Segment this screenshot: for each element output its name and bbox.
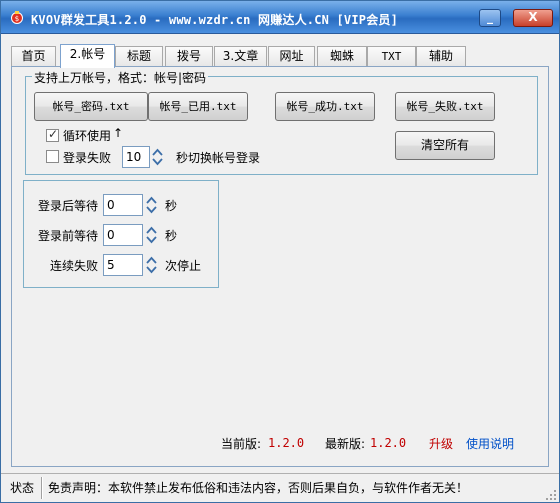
consecutive-fail-label: 连续失败 (50, 259, 99, 273)
after-login-wait-input[interactable]: 0 (103, 194, 143, 216)
current-version-value: 1.2.0 (268, 436, 305, 450)
consecutive-fail-input[interactable]: 5 (103, 254, 143, 276)
clear-all-button[interactable]: 清空所有 (395, 131, 495, 160)
loop-use-label: 循环使用 (63, 129, 112, 143)
tab-article[interactable]: 3.文章 (214, 46, 267, 67)
accounts-group-title: 支持上万帐号，格式：帐号|密码 (32, 69, 209, 86)
tab-account[interactable]: 2.帐号 (60, 44, 115, 68)
current-version-label: 当前版: (221, 437, 262, 451)
disclaimer-text: 免责声明：本软件禁止发布低俗和违法内容，否则后果自负，与软件作者无关！ (48, 481, 469, 495)
account-fail-txt-button[interactable]: 帐号_失败.txt (395, 92, 495, 121)
tab-txt[interactable]: TXT (367, 46, 416, 67)
before-login-unit: 秒 (165, 229, 178, 243)
account-used-txt-button[interactable]: 帐号_已用.txt (148, 92, 248, 121)
tab-home[interactable]: 首页 (11, 46, 56, 67)
main-window: $ KVOV群发工具1.2.0 - www.wzdr.cn 网赚达人.CN [V… (0, 0, 560, 503)
status-label: 状态 (10, 481, 35, 495)
title-bar: $ KVOV群发工具1.2.0 - www.wzdr.cn 网赚达人.CN [V… (1, 1, 559, 34)
tab-assist[interactable]: 辅助 (416, 46, 466, 67)
svg-text:$: $ (15, 15, 19, 23)
close-button[interactable]: X (513, 9, 553, 27)
after-login-spinner[interactable] (145, 194, 158, 216)
spinner-arrows-icon (146, 256, 157, 274)
login-fail-suffix: 秒切换帐号登录 (176, 151, 261, 165)
status-separator (41, 477, 43, 499)
upgrade-link[interactable]: 升级 (429, 435, 453, 452)
consecutive-fail-unit: 次停止 (165, 259, 202, 273)
after-login-unit: 秒 (165, 199, 178, 213)
loop-use-arrow: ↑ (113, 126, 124, 140)
spinner-arrows-icon (146, 226, 157, 244)
before-login-spinner[interactable] (145, 224, 158, 246)
tab-dial[interactable]: 拨号 (165, 46, 213, 67)
spinner-arrows-icon (152, 148, 163, 166)
wait-settings-group: 登录后等待 0 秒 登录前等待 0 秒 连续失败 5 次停止 (23, 180, 219, 288)
tab-title[interactable]: 标题 (115, 46, 163, 67)
after-login-label: 登录后等待 (38, 199, 99, 213)
login-fail-seconds-input[interactable]: 10 (122, 146, 150, 168)
resize-grip-icon[interactable] (545, 489, 557, 501)
tab-url[interactable]: 网址 (268, 46, 315, 67)
window-title: KVOV群发工具1.2.0 - www.wzdr.cn 网赚达人.CN [VIP… (31, 13, 399, 27)
tab-spider[interactable]: 蜘蛛 (317, 46, 367, 67)
login-fail-checkbox[interactable] (46, 150, 59, 163)
minimize-button[interactable]: _ (479, 9, 501, 27)
consecutive-fail-spinner[interactable] (145, 254, 158, 276)
account-success-txt-button[interactable]: 帐号_成功.txt (275, 92, 375, 121)
account-tab-panel: 支持上万帐号，格式：帐号|密码 帐号_密码.txt 帐号_已用.txt 帐号_成… (11, 66, 549, 467)
login-fail-label: 登录失败 (63, 151, 112, 165)
latest-version-value: 1.2.0 (370, 436, 407, 450)
app-logo-icon: $ (11, 11, 23, 24)
accounts-group: 支持上万帐号，格式：帐号|密码 帐号_密码.txt 帐号_已用.txt 帐号_成… (25, 69, 538, 175)
status-bar: 状态 免责声明：本软件禁止发布低俗和违法内容，否则后果自负，与软件作者无关！ (1, 473, 559, 502)
loop-use-checkbox[interactable] (46, 127, 59, 142)
latest-version-label: 最新版: (325, 437, 366, 451)
help-link[interactable]: 使用说明 (466, 435, 514, 452)
account-password-txt-button[interactable]: 帐号_密码.txt (34, 92, 148, 121)
login-fail-spinner[interactable] (151, 146, 164, 168)
before-login-label: 登录前等待 (38, 229, 99, 243)
before-login-wait-input[interactable]: 0 (103, 224, 143, 246)
spinner-arrows-icon (146, 196, 157, 214)
